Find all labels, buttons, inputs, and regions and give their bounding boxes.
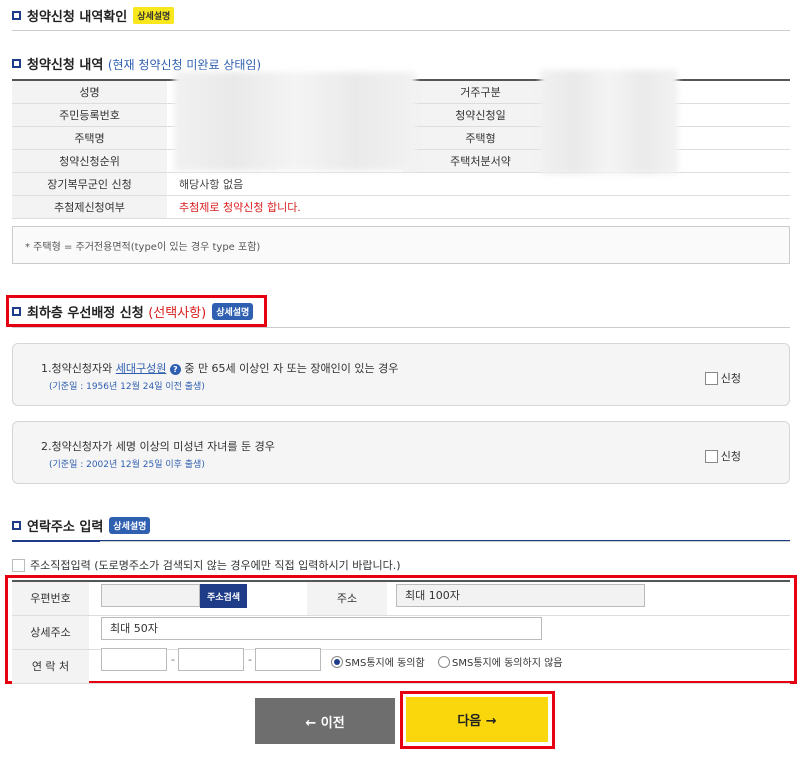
checkbox-icon[interactable] xyxy=(704,371,718,385)
divider xyxy=(12,30,790,31)
help-icon[interactable]: ? xyxy=(169,363,181,375)
row-label: 거주구분 xyxy=(403,80,558,104)
optional-label: (선택사항) xyxy=(148,306,207,321)
prev-button[interactable]: ← 이전 xyxy=(255,698,395,744)
condition-title: 1.청약신청자와 세대구성원 ? 중 만 65세 이상인 자 또는 장애인이 있… xyxy=(41,362,399,375)
phone-part-1-input[interactable] xyxy=(101,648,167,671)
detail-badge[interactable]: 상세설명 xyxy=(212,303,254,320)
apply-checkbox-2[interactable]: 신청 xyxy=(704,448,741,464)
detail-address-input[interactable]: 최대 50자 xyxy=(101,617,542,640)
phone-dash: - xyxy=(248,653,252,666)
row-label: 청약신청일 xyxy=(403,103,558,127)
condition-title: 2.청약신청자가 세명 이상의 미성년 자녀를 둔 경우 xyxy=(41,440,275,453)
condition-box-1: 1.청약신청자와 세대구성원 ? 중 만 65세 이상인 자 또는 장애인이 있… xyxy=(12,343,790,406)
checkbox-label: 신청 xyxy=(720,450,741,463)
row-label: 주민등록번호 xyxy=(12,103,167,127)
redacted-area xyxy=(540,70,678,174)
table-row: 추첨제신청여부 추첨제로 청약신청 합니다. xyxy=(12,195,790,219)
square-bullet-icon xyxy=(12,521,21,530)
phone-part-2-input[interactable] xyxy=(178,648,244,671)
address-input[interactable]: 최대 100자 xyxy=(396,584,645,607)
apply-checkbox-1[interactable]: 신청 xyxy=(704,370,741,386)
row-label: 주택형 xyxy=(403,126,558,150)
section-header-contact: 연락주소 입력 상세설명 xyxy=(12,516,151,535)
square-bullet-icon xyxy=(12,307,21,316)
section-title: 청약신청 내역 (현재 청약신청 미완료 상태임) xyxy=(27,58,262,73)
sms-agree-radio[interactable]: SMS통지에 동의함 xyxy=(331,654,425,669)
phone-dash: - xyxy=(171,653,175,666)
household-member-link[interactable]: 세대구성원 xyxy=(116,362,167,375)
sms-disagree-label: SMS통지에 동의하지 않음 xyxy=(452,658,563,669)
section-title: 연락주소 입력 xyxy=(27,520,104,535)
detail-label: 상세주소 xyxy=(12,615,89,650)
row-label: 장기복무군인 신청 xyxy=(12,172,167,196)
row-label: 추첨제신청여부 xyxy=(12,195,167,219)
section-title: 최하층 우선배정 신청 (선택사항) xyxy=(27,306,207,321)
detail-badge[interactable]: 상세설명 xyxy=(133,7,175,24)
divider xyxy=(100,541,790,542)
section-title: 청약신청 내역확인 xyxy=(27,10,128,25)
row-value: 추첨제로 청약신청 합니다. xyxy=(167,195,790,219)
radio-selected-icon[interactable] xyxy=(331,655,343,668)
next-button[interactable]: 다음 → xyxy=(406,697,548,742)
table-row: 장기복무군인 신청 해당사항 없음 xyxy=(12,172,790,196)
address-label: 주소 xyxy=(307,581,387,616)
section-header-confirm: 청약신청 내역확인 상세설명 xyxy=(12,6,175,25)
section-header-lowest-floor: 최하층 우선배정 신청 (선택사항) 상세설명 xyxy=(12,302,254,321)
row-value: 해당사항 없음 xyxy=(167,172,790,196)
row-label: 주택명 xyxy=(12,126,167,150)
condition-box-2: 2.청약신청자가 세명 이상의 미성년 자녀를 둔 경우 (기준일 : 2002… xyxy=(12,421,790,484)
square-bullet-icon xyxy=(12,59,21,68)
sms-disagree-radio[interactable]: SMS통지에 동의하지 않음 xyxy=(438,654,562,669)
direct-address-option[interactable]: 주소직접입력 (도로명주소가 검색되지 않는 경우에만 직접 입력하시기 바랍니… xyxy=(12,557,401,573)
sms-agree-label: SMS통지에 동의함 xyxy=(345,658,425,669)
condition-date: (기준일 : 1956년 12월 24일 이전 출생) xyxy=(49,382,205,392)
divider xyxy=(12,327,790,328)
address-search-button[interactable]: 주소검색 xyxy=(200,584,247,608)
detail-badge[interactable]: 상세설명 xyxy=(109,517,151,534)
redacted-area xyxy=(174,72,416,171)
section-header-history: 청약신청 내역 (현재 청약신청 미완료 상태임) xyxy=(12,54,261,73)
square-bullet-icon xyxy=(12,11,21,20)
row-label: 주택처분서약 xyxy=(403,149,558,173)
radio-unselected-icon[interactable] xyxy=(438,655,450,668)
checkbox-icon[interactable] xyxy=(704,449,718,463)
row-label: 성명 xyxy=(12,80,167,104)
note-box: * 주택형 = 주거전용면적(type이 있는 경우 type 포함) xyxy=(12,226,790,264)
zip-label: 우편번호 xyxy=(12,581,89,616)
condition-date: (기준일 : 2002년 12월 25일 이후 출생) xyxy=(49,460,205,470)
zip-input[interactable] xyxy=(101,584,200,607)
row-label: 청약신청순위 xyxy=(12,149,167,173)
checkbox-icon[interactable] xyxy=(12,558,25,572)
status-subtitle: (현재 청약신청 미완료 상태임) xyxy=(107,58,262,72)
checkbox-label: 신청 xyxy=(720,372,741,385)
contact-label: 연 락 처 xyxy=(12,649,89,684)
direct-address-label: 주소직접입력 (도로명주소가 검색되지 않는 경우에만 직접 입력하시기 바랍니… xyxy=(30,559,401,572)
phone-part-3-input[interactable] xyxy=(255,648,321,671)
